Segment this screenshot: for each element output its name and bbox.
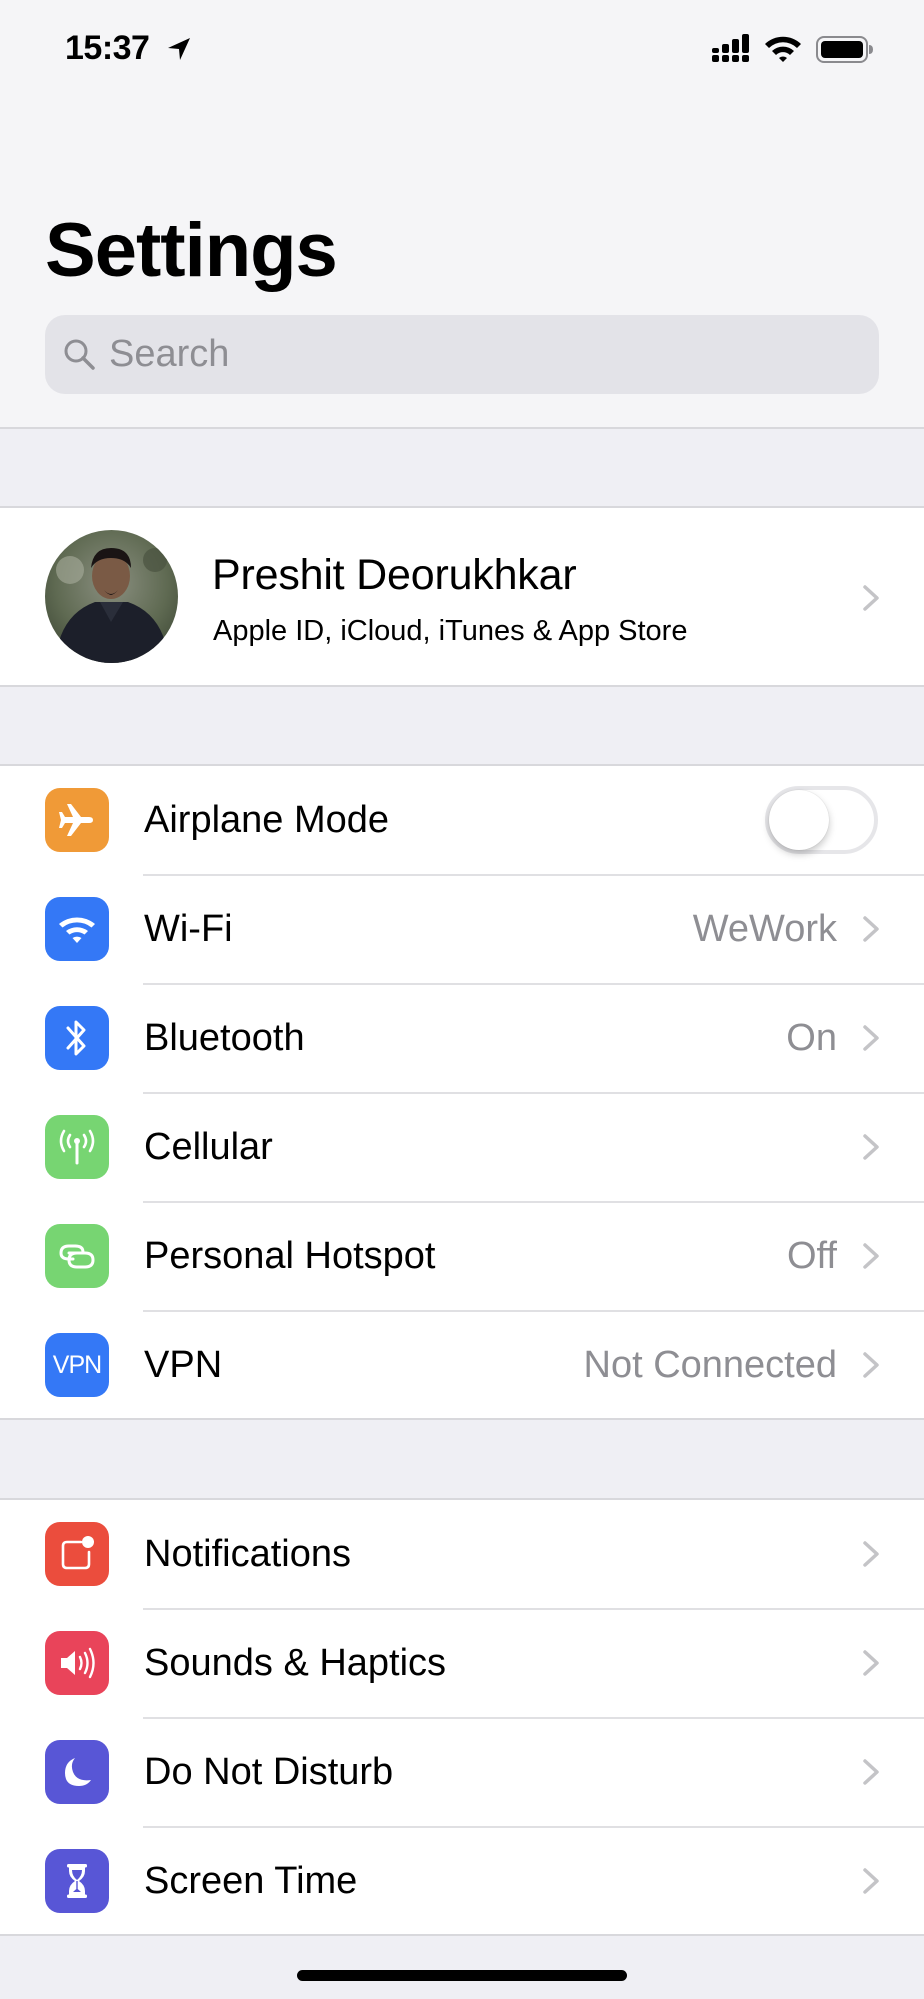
vpn-label: VPN bbox=[144, 1344, 223, 1386]
screen-time-icon-box bbox=[45, 1849, 109, 1913]
row-sounds-haptics[interactable]: Sounds & Haptics bbox=[0, 1609, 924, 1719]
sounds-icon-box bbox=[45, 1631, 109, 1695]
dnd-icon-box bbox=[45, 1740, 109, 1804]
notifications-icon bbox=[61, 1536, 94, 1570]
moon-icon bbox=[65, 1758, 91, 1786]
notifications-group: Notifications Sounds & Haptics Do Not Di… bbox=[0, 1498, 924, 1936]
chevron-right-icon bbox=[863, 1134, 879, 1160]
sounds-haptics-label: Sounds & Haptics bbox=[144, 1642, 447, 1684]
wifi-icon-box bbox=[45, 897, 109, 961]
connectivity-group: Airplane Mode Wi-Fi WeWork Bluetooth On … bbox=[0, 764, 924, 1420]
location-arrow-icon bbox=[168, 38, 190, 60]
hotspot-icon-box bbox=[45, 1224, 109, 1288]
speaker-icon bbox=[61, 1647, 95, 1679]
row-wifi[interactable]: Wi-Fi WeWork bbox=[0, 875, 924, 985]
profile-name: Preshit Deorukhkar bbox=[212, 551, 577, 599]
hotspot-icon bbox=[59, 1244, 95, 1269]
row-bluetooth[interactable]: Bluetooth On bbox=[0, 984, 924, 1094]
search-bar[interactable] bbox=[45, 315, 879, 394]
notifications-label: Notifications bbox=[144, 1533, 351, 1575]
chevron-right-icon bbox=[863, 585, 879, 611]
vpn-icon: VPN bbox=[45, 1333, 109, 1397]
bluetooth-value: On bbox=[786, 1017, 837, 1059]
bluetooth-icon bbox=[66, 1020, 86, 1056]
chevron-right-icon bbox=[863, 1243, 879, 1269]
search-icon bbox=[64, 339, 95, 370]
profile-subtitle: Apple ID, iCloud, iTunes & App Store bbox=[213, 615, 688, 647]
vpn-value: Not Connected bbox=[583, 1344, 838, 1386]
chevron-right-icon bbox=[863, 1541, 879, 1567]
wifi-status-icon bbox=[765, 36, 801, 62]
wifi-icon bbox=[59, 917, 95, 943]
hourglass-icon bbox=[67, 1864, 87, 1898]
search-input[interactable] bbox=[109, 315, 849, 394]
status-time: 15:37 bbox=[65, 29, 150, 67]
row-do-not-disturb[interactable]: Do Not Disturb bbox=[0, 1718, 924, 1828]
do-not-disturb-label: Do Not Disturb bbox=[144, 1751, 394, 1793]
chevron-right-icon bbox=[863, 1025, 879, 1051]
row-screen-time[interactable]: Screen Time bbox=[0, 1827, 924, 1936]
header-area: 15:37 Settings bbox=[0, 0, 924, 429]
airplane-icon bbox=[59, 804, 93, 836]
cellular-antenna-icon bbox=[59, 1129, 95, 1165]
notifications-icon-box bbox=[45, 1522, 109, 1586]
personal-hotspot-label: Personal Hotspot bbox=[144, 1235, 436, 1277]
cellular-signal-icon bbox=[712, 34, 749, 62]
bluetooth-icon-box bbox=[45, 1006, 109, 1070]
bluetooth-label: Bluetooth bbox=[144, 1017, 305, 1059]
profile-row[interactable]: Preshit Deorukhkar Apple ID, iCloud, iTu… bbox=[0, 506, 924, 687]
home-indicator[interactable] bbox=[297, 1970, 627, 1981]
chevron-right-icon bbox=[863, 1650, 879, 1676]
screen-time-label: Screen Time bbox=[144, 1860, 358, 1902]
row-personal-hotspot[interactable]: Personal Hotspot Off bbox=[0, 1202, 924, 1312]
toggle-knob bbox=[769, 790, 829, 850]
row-airplane-mode[interactable]: Airplane Mode bbox=[0, 766, 924, 876]
page-title: Settings bbox=[45, 208, 338, 293]
row-cellular[interactable]: Cellular bbox=[0, 1093, 924, 1203]
cellular-label: Cellular bbox=[144, 1126, 273, 1168]
cellular-icon-box bbox=[45, 1115, 109, 1179]
battery-icon bbox=[816, 36, 873, 63]
chevron-right-icon bbox=[863, 1352, 879, 1378]
avatar bbox=[45, 530, 178, 663]
chevron-right-icon bbox=[863, 1868, 879, 1894]
chevron-right-icon bbox=[863, 1759, 879, 1785]
row-notifications[interactable]: Notifications bbox=[0, 1500, 924, 1610]
vpn-icon-text: VPN bbox=[52, 1350, 102, 1379]
row-vpn[interactable]: VPN VPN Not Connected bbox=[0, 1311, 924, 1420]
avatar-photo bbox=[45, 530, 178, 663]
airplane-mode-label: Airplane Mode bbox=[144, 799, 390, 841]
airplane-mode-toggle[interactable] bbox=[765, 786, 878, 854]
chevron-right-icon bbox=[863, 916, 879, 942]
wifi-value: WeWork bbox=[692, 908, 837, 950]
wifi-label: Wi-Fi bbox=[144, 908, 233, 950]
personal-hotspot-value: Off bbox=[787, 1235, 837, 1277]
airplane-icon-box bbox=[45, 788, 109, 852]
